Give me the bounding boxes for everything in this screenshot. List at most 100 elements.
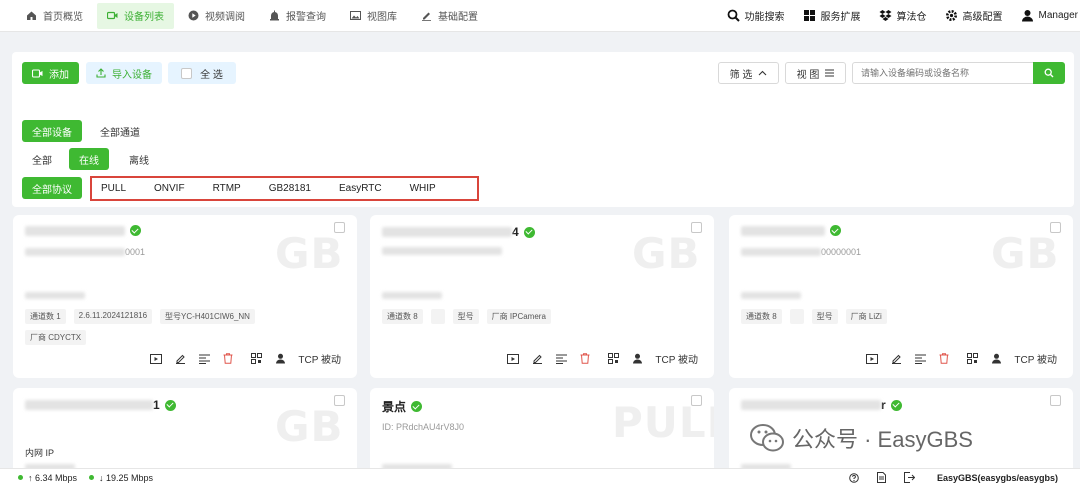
document-icon[interactable] xyxy=(876,472,886,483)
edit-icon[interactable] xyxy=(890,353,902,365)
protocol-pull[interactable]: PULL xyxy=(101,183,126,194)
filter-all-devices[interactable]: 全部设备 xyxy=(22,120,82,142)
qrcode-icon[interactable] xyxy=(607,353,619,365)
nav-home[interactable]: 首页概览 xyxy=(16,3,93,29)
protocol-rtmp[interactable]: RTMP xyxy=(213,183,241,194)
download-status-dot xyxy=(89,475,95,480)
online-check-icon xyxy=(890,399,902,411)
filter-all-channels[interactable]: 全部通道 xyxy=(90,121,150,141)
delete-icon[interactable] xyxy=(938,353,950,365)
card-actions: TCP 被动 xyxy=(495,351,698,366)
user-menu[interactable]: Manager xyxy=(1021,9,1078,22)
firmware-tag xyxy=(430,309,445,324)
channel-count-tag: 通道数 1 xyxy=(25,309,66,324)
edit-icon[interactable] xyxy=(531,353,543,365)
play-circle-icon xyxy=(188,10,199,21)
nav-view-library[interactable]: 视图库 xyxy=(340,3,407,29)
online-check-icon xyxy=(130,225,141,236)
delete-icon[interactable] xyxy=(222,353,234,365)
list-icon[interactable] xyxy=(555,353,567,365)
qrcode-icon[interactable] xyxy=(250,353,262,365)
protocol-easyrtc[interactable]: EasyRTC xyxy=(339,183,382,194)
user-icon[interactable] xyxy=(274,353,286,365)
chevron-up-icon xyxy=(758,70,767,76)
device-card[interactable]: GB 00000001 通道数 8 型号 厂商 LiZi TCP 被动 xyxy=(729,215,1073,378)
help-icon[interactable] xyxy=(849,472,859,483)
user-icon xyxy=(1021,9,1034,22)
card-actions: TCP 被动 xyxy=(138,351,341,366)
upload-icon xyxy=(96,68,106,78)
edit-icon[interactable] xyxy=(174,353,186,365)
nav-video[interactable]: 视频调阅 xyxy=(178,3,255,29)
device-id-suffix: 0001 xyxy=(125,247,146,257)
algorithm-store-link[interactable]: 算法仓 xyxy=(879,8,927,23)
view-toggle-button[interactable]: 视 图 xyxy=(785,62,846,84)
play-video-icon[interactable] xyxy=(507,353,520,365)
channel-count-tag: 通道数 8 xyxy=(741,309,782,324)
protocol-gb28181[interactable]: GB28181 xyxy=(269,183,311,194)
delete-icon[interactable] xyxy=(579,353,591,365)
filter-status-all[interactable]: 全部 xyxy=(22,149,62,169)
home-icon xyxy=(26,10,37,21)
service-extension-link[interactable]: 服务扩展 xyxy=(803,8,861,23)
card-watermark: GB xyxy=(632,229,701,278)
card-select-checkbox[interactable] xyxy=(334,222,345,233)
card-select-checkbox[interactable] xyxy=(334,395,345,406)
blurred-name xyxy=(741,400,881,410)
protocol-onvif[interactable]: ONVIF xyxy=(154,183,185,194)
card-select-checkbox[interactable] xyxy=(691,222,702,233)
card-select-checkbox[interactable] xyxy=(1050,222,1061,233)
view-label: 视 图 xyxy=(796,69,820,81)
filter-status-online[interactable]: 在线 xyxy=(69,148,109,170)
blurred-ip xyxy=(25,292,85,299)
user-icon[interactable] xyxy=(990,353,1002,365)
device-card[interactable]: GB 4 通道数 8 型号 厂商 IPCamera TCP 被动 xyxy=(370,215,714,378)
card-actions: TCP 被动 xyxy=(854,351,1057,366)
card-watermark: GB xyxy=(275,229,344,278)
search-input[interactable] xyxy=(852,62,1034,84)
select-all-button[interactable]: 全 选 xyxy=(168,62,236,84)
feature-search-link[interactable]: 功能搜索 xyxy=(727,8,785,23)
nav-base-config[interactable]: 基础配置 xyxy=(411,3,488,29)
protocol-whip[interactable]: WHIP xyxy=(410,183,436,194)
device-card[interactable]: GB 0001 通道数 1 2.6.11.2024121816 型号YC-H40… xyxy=(13,215,357,378)
nav-home-label: 首页概览 xyxy=(43,12,83,23)
device-tags: 通道数 8 型号 厂商 LiZi xyxy=(741,309,1041,330)
filter-protocol-all[interactable]: 全部协议 xyxy=(22,177,82,199)
list-icon[interactable] xyxy=(914,353,926,365)
select-all-checkbox[interactable] xyxy=(181,67,193,79)
filter-status-offline[interactable]: 离线 xyxy=(119,149,159,169)
device-card[interactable]: PULL 景点 ID: PRdchAU4rV8J0 xyxy=(370,388,714,468)
service-extension-label: 服务扩展 xyxy=(820,12,861,23)
list-icon[interactable] xyxy=(198,353,210,365)
feature-search-label: 功能搜索 xyxy=(744,12,785,23)
search-icon xyxy=(727,9,740,22)
channel-count-tag: 通道数 8 xyxy=(382,309,423,324)
advanced-config-link[interactable]: 高级配置 xyxy=(945,8,1003,23)
logout-icon[interactable] xyxy=(903,472,915,483)
model-tag: 型号 xyxy=(452,309,479,324)
menu-icon xyxy=(825,69,835,77)
filter-label: 筛 选 xyxy=(729,69,753,81)
online-check-icon xyxy=(830,225,841,236)
play-video-icon[interactable] xyxy=(150,353,163,365)
blurred-name xyxy=(382,227,512,237)
filter-toggle-button[interactable]: 筛 选 xyxy=(718,62,779,84)
device-title-text: 景点 xyxy=(382,400,407,414)
import-devices-label: 导入设备 xyxy=(112,69,152,81)
play-video-icon[interactable] xyxy=(866,353,879,365)
card-select-checkbox[interactable] xyxy=(691,395,702,406)
qrcode-icon[interactable] xyxy=(966,353,978,365)
nav-alarm[interactable]: 报警查询 xyxy=(259,3,336,29)
device-card[interactable]: GB 1 内网 IP xyxy=(13,388,357,468)
card-select-checkbox[interactable] xyxy=(1050,395,1061,406)
add-device-button[interactable]: 添加 xyxy=(22,62,79,84)
device-title: 1 xyxy=(25,398,176,412)
device-network-label: 内网 IP xyxy=(25,448,55,458)
select-all-label: 全 选 xyxy=(200,69,223,81)
import-devices-button[interactable]: 导入设备 xyxy=(86,62,162,84)
search-button[interactable] xyxy=(1033,62,1065,84)
camera-icon xyxy=(107,10,118,21)
user-icon[interactable] xyxy=(631,353,643,365)
nav-device-list[interactable]: 设备列表 xyxy=(97,2,174,29)
